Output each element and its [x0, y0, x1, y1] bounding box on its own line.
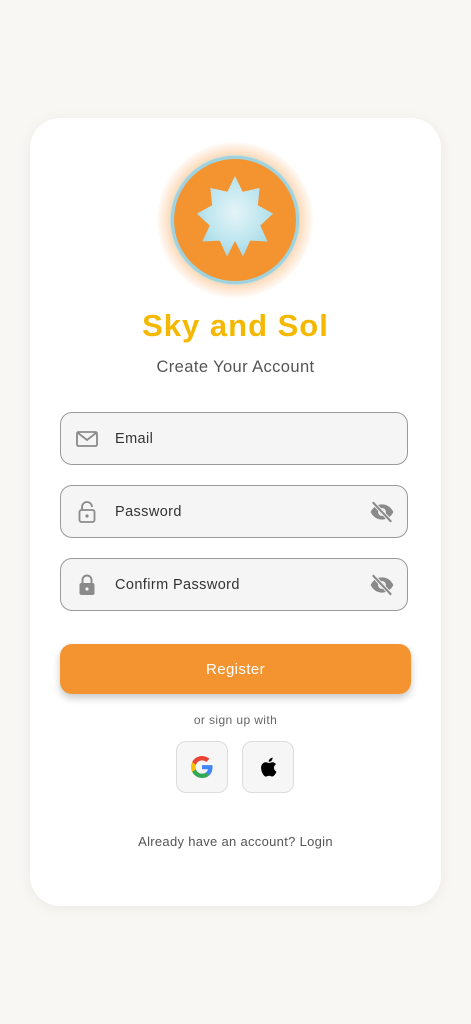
- lock-icon: [75, 573, 99, 597]
- eye-off-icon[interactable]: [369, 572, 395, 598]
- login-prompt: Already have an account? Login: [30, 834, 441, 849]
- mail-icon: [75, 427, 99, 451]
- apple-icon: [261, 757, 277, 777]
- register-button[interactable]: Register: [60, 644, 411, 694]
- apple-signup-button[interactable]: [242, 741, 294, 793]
- confirm-password-field[interactable]: [60, 558, 408, 611]
- password-field[interactable]: [60, 485, 408, 538]
- app-logo: [157, 142, 313, 298]
- email-input[interactable]: [115, 413, 355, 464]
- eye-off-icon[interactable]: [369, 499, 395, 525]
- confirm-password-input[interactable]: [115, 559, 355, 610]
- password-input[interactable]: [115, 486, 355, 537]
- login-prompt-text: Already have an account?: [138, 834, 296, 849]
- google-icon: [191, 756, 213, 778]
- lock-open-icon: [75, 500, 99, 524]
- email-field[interactable]: [60, 412, 408, 465]
- social-divider-text: or sign up with: [193, 713, 278, 727]
- google-signup-button[interactable]: [176, 741, 228, 793]
- app-name: Sky and Sol: [142, 308, 329, 343]
- register-card: Sky and Sol Create Your Account Email Re…: [30, 118, 441, 906]
- logo-badge: [171, 156, 299, 284]
- star-badge-icon: [196, 176, 274, 257]
- page-subtitle: Create Your Account: [156, 358, 315, 376]
- login-link[interactable]: Login: [300, 834, 333, 849]
